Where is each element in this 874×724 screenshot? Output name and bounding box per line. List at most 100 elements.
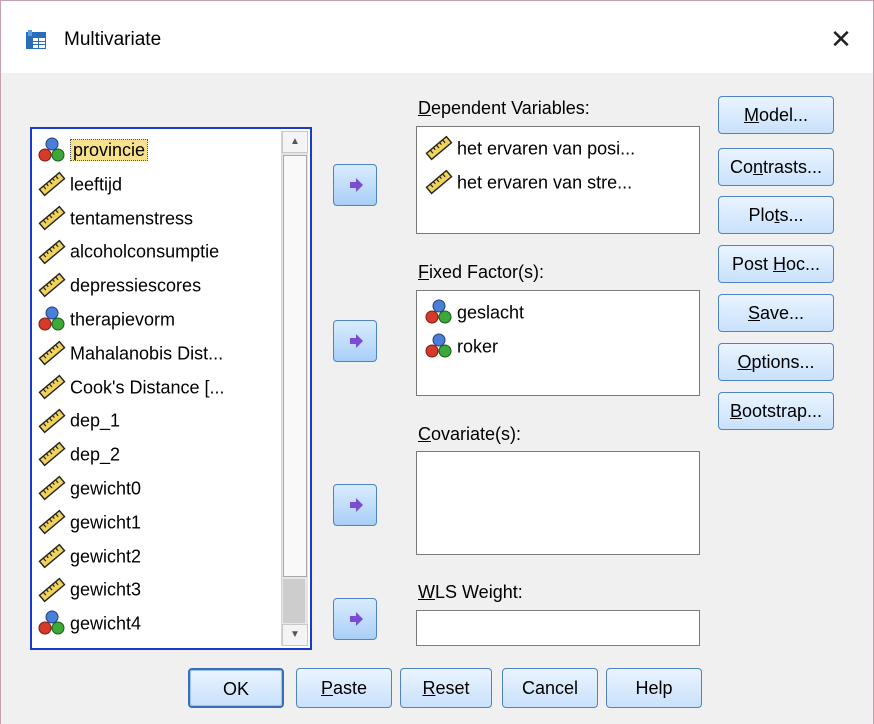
scale-icon: [38, 205, 66, 231]
right-arrow-icon: [350, 498, 363, 512]
variable-list-item[interactable]: therapievorm: [38, 302, 278, 334]
fixed-factor-item[interactable]: roker: [425, 329, 498, 361]
scale-icon: [38, 577, 66, 603]
variable-list-item[interactable]: depressiescores: [38, 268, 278, 300]
variable-label: alcoholconsumptie: [70, 241, 220, 262]
move-to-wls-weight-button[interactable]: [333, 598, 377, 640]
wls-weight-field[interactable]: [416, 610, 700, 646]
model-button[interactable]: Model...: [718, 96, 834, 134]
variable-label: dep_1: [70, 410, 121, 431]
variable-list-item[interactable]: gewicht4: [38, 606, 278, 638]
save-button-label-part: ave...: [759, 303, 805, 323]
help-button[interactable]: Help: [606, 668, 702, 708]
variable-list-item[interactable]: provincie: [38, 133, 278, 165]
variable-label: gewicht2: [70, 545, 142, 566]
options-button-label-part: ptions...: [751, 352, 815, 372]
scroll-thumb[interactable]: [283, 155, 307, 577]
variable-list-item[interactable]: tentamenstress: [38, 201, 278, 233]
save-button[interactable]: Save...: [718, 294, 834, 332]
move-to-dependent-button[interactable]: [333, 164, 377, 206]
options-button-label-part: O: [737, 352, 752, 372]
post-hoc-button[interactable]: Post Hoc...: [718, 245, 834, 283]
variable-label: tentamenstress: [70, 207, 194, 228]
title-bar: Multivariate ✕: [0, 0, 874, 73]
variable-label: gewicht4: [70, 613, 142, 634]
plots-button[interactable]: Plots...: [718, 196, 834, 234]
scale-icon: [38, 340, 66, 366]
paste-button[interactable]: Paste: [296, 668, 392, 708]
window-border-left: [0, 72, 1, 724]
fixed-factors-label: Fixed Factor(s):: [418, 262, 545, 282]
nominal-icon: [425, 299, 453, 325]
covariates-label: Covariate(s):: [418, 424, 522, 444]
variable-list-item[interactable]: alcoholconsumptie: [38, 234, 278, 266]
post-hoc-button-label-part: H: [773, 254, 786, 274]
bootstrap-button-label-part: B: [729, 401, 742, 421]
reset-button-label-part: R: [422, 678, 436, 698]
variable-list-item[interactable]: dep_1: [38, 403, 278, 435]
scale-icon: [38, 374, 66, 400]
source-variable-list[interactable]: provincie leeftijd tentamenstress alcoholco…: [30, 127, 312, 650]
dependent-variables-list[interactable]: het ervaren van posi... het ervaren van s…: [416, 126, 700, 234]
plots-button-label-part: Plo: [748, 205, 775, 225]
fixed-factors-list[interactable]: geslacht roker: [416, 290, 700, 396]
variable-list-item[interactable]: gewicht1: [38, 505, 278, 537]
ok-button[interactable]: OK: [188, 668, 284, 708]
variable-label: geslacht: [457, 302, 525, 323]
reset-button[interactable]: Reset: [400, 668, 492, 708]
scale-icon: [38, 543, 66, 569]
scale-icon: [425, 135, 453, 161]
variable-label: roker: [457, 336, 499, 357]
right-arrow-icon: [350, 334, 363, 348]
move-to-covariate-button[interactable]: [333, 484, 377, 526]
nominal-icon: [425, 333, 453, 359]
scale-icon: [38, 441, 66, 467]
variable-list-item[interactable]: leeftijd: [38, 167, 278, 199]
plots-button-label-part: s...: [779, 205, 804, 225]
contrasts-button[interactable]: Contrasts...: [718, 148, 834, 186]
scroll-down-button[interactable]: ▼: [282, 624, 308, 646]
variable-list-item[interactable]: gewicht0: [38, 471, 278, 503]
scroll-track[interactable]: [283, 579, 305, 623]
variable-label: gewicht0: [70, 478, 142, 499]
cancel-button-label-part: Cancel: [521, 678, 579, 698]
ok-button-label-part: OK: [222, 679, 249, 699]
dependent-variable-item[interactable]: het ervaren van posi...: [425, 131, 635, 163]
help-button-label-part: Help: [635, 678, 673, 698]
nominal-icon: [38, 306, 66, 332]
save-button-label-part: S: [747, 303, 760, 323]
scale-icon: [38, 171, 66, 197]
scale-icon: [38, 475, 66, 501]
close-button[interactable]: ✕: [821, 19, 861, 59]
dependent-variable-item[interactable]: het ervaren van stre...: [425, 165, 632, 197]
variable-list-item[interactable]: Cook's Distance [...: [38, 370, 278, 402]
contrasts-button-label-part: trasts...: [763, 157, 823, 177]
nominal-icon: [38, 610, 66, 636]
covariates-list[interactable]: [416, 451, 700, 555]
fixed-factor-item[interactable]: geslacht: [425, 295, 524, 327]
scale-icon: [38, 239, 66, 265]
scroll-up-button[interactable]: ▲: [282, 131, 308, 153]
reset-button-label-part: eset: [435, 678, 470, 698]
paste-button-label-part: aste: [332, 678, 368, 698]
paste-button-label-part: P: [320, 678, 333, 698]
move-to-fixed-factor-button[interactable]: [333, 320, 377, 362]
dependent-variables-label: Dependent Variables:: [418, 98, 590, 118]
variable-label: leeftijd: [70, 174, 123, 195]
variable-list-scrollbar[interactable]: ▲ ▼: [281, 131, 308, 646]
bootstrap-button-label-part: ootstrap...: [741, 401, 823, 421]
post-hoc-button-label-part: Post: [731, 254, 773, 274]
variable-label: het ervaren van stre...: [457, 172, 633, 193]
variable-label: het ervaren van posi...: [457, 138, 636, 159]
options-button[interactable]: Options...: [718, 343, 834, 381]
variable-list-item[interactable]: gewicht2: [38, 539, 278, 571]
scale-icon: [38, 272, 66, 298]
variable-list-item[interactable]: gewicht3: [38, 572, 278, 604]
wls-weight-label: WLS Weight:: [418, 582, 523, 602]
scale-icon: [425, 169, 453, 195]
cancel-button[interactable]: Cancel: [502, 668, 598, 708]
variable-list-item[interactable]: Mahalanobis Dist...: [38, 336, 278, 368]
variable-list-item[interactable]: dep_2: [38, 437, 278, 469]
scale-icon: [38, 408, 66, 434]
bootstrap-button[interactable]: Bootstrap...: [718, 392, 834, 430]
